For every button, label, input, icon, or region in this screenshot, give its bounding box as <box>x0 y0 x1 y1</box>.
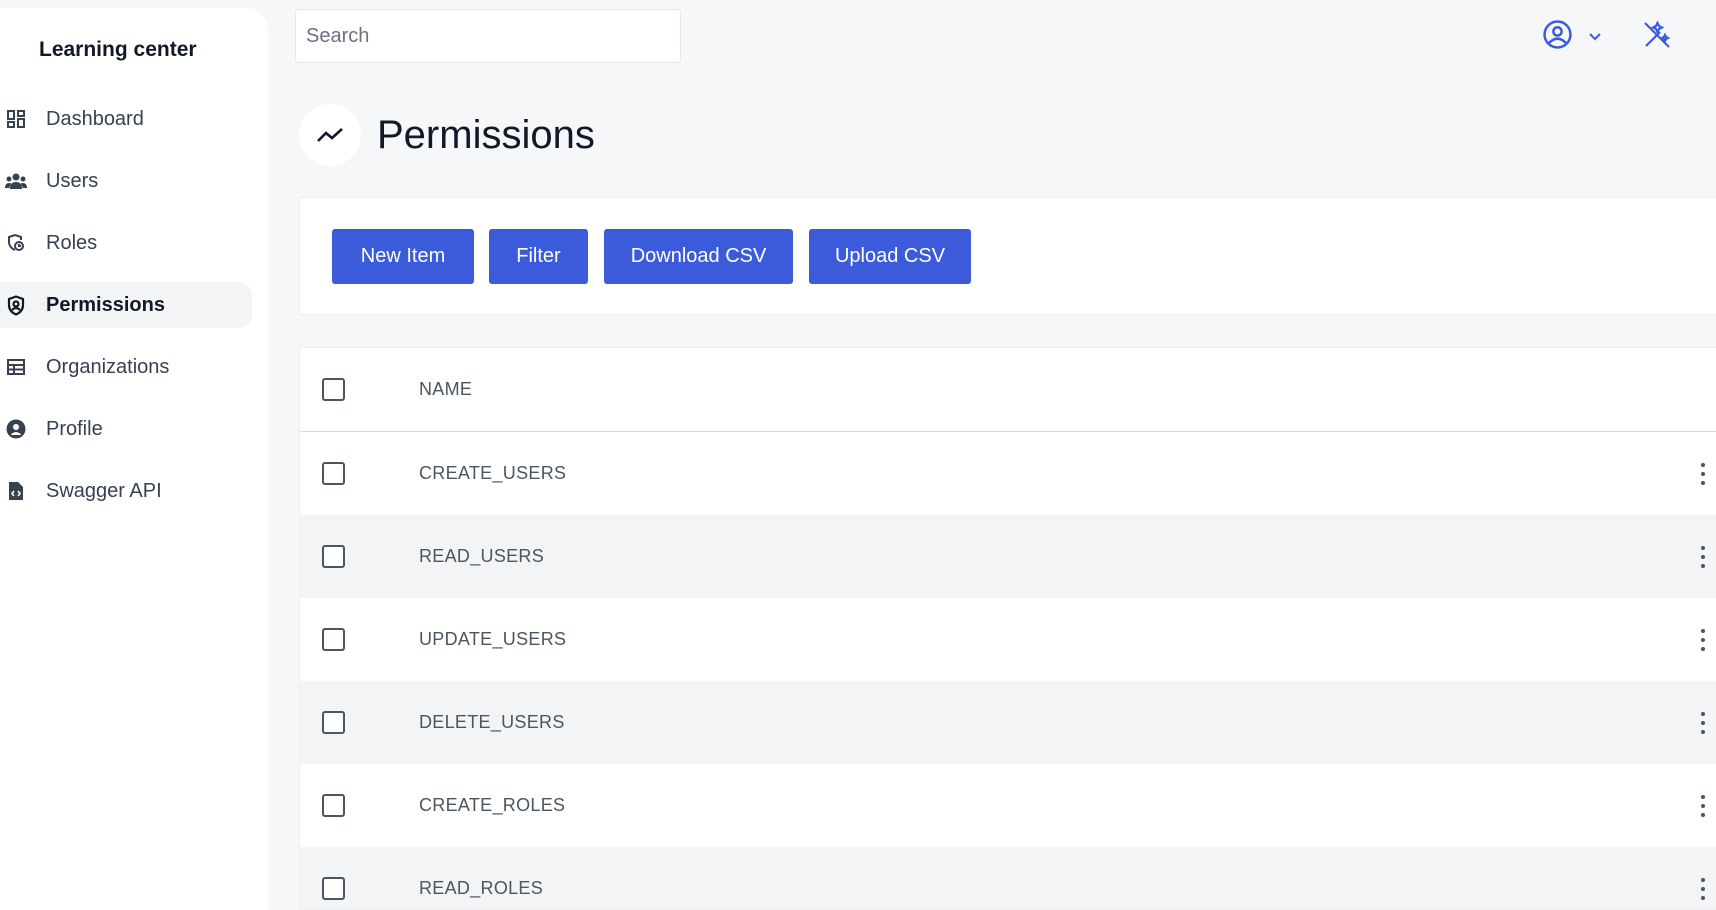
header-actions <box>1543 20 1671 54</box>
sidebar-item-label: Users <box>46 169 99 192</box>
table-row: CREATE_ROLES <box>300 764 1716 847</box>
sidebar-item-label: Dashboard <box>46 107 144 130</box>
select-all-checkbox[interactable] <box>322 378 345 401</box>
sidebar-item-label: Swagger API <box>46 479 162 502</box>
sidebar-item-organizations[interactable]: Organizations <box>0 344 252 390</box>
account-icon <box>1543 20 1572 54</box>
shield-icon <box>2 294 30 316</box>
page-header: Permissions <box>299 104 595 166</box>
permission-name: CREATE_USERS <box>419 463 567 483</box>
sidebar-item-label: Permissions <box>46 293 165 316</box>
permission-name: READ_ROLES <box>419 878 544 898</box>
row-checkbox[interactable] <box>322 462 345 485</box>
sidebar-item-dashboard[interactable]: Dashboard <box>0 96 252 142</box>
theme-toggle-icon <box>1643 20 1671 54</box>
table-row: DELETE_USERS <box>300 681 1716 764</box>
sidebar-item-label: Roles <box>46 231 98 254</box>
dashboard-icon <box>2 110 30 128</box>
trend-icon <box>299 104 361 166</box>
table-row: CREATE_USERS <box>300 432 1716 515</box>
new-item-button[interactable]: New Item <box>332 229 474 284</box>
account-menu-button[interactable] <box>1543 20 1601 54</box>
sidebar-item-roles[interactable]: Roles <box>0 220 252 266</box>
more-vertical-icon[interactable] <box>1697 545 1709 568</box>
row-checkbox[interactable] <box>322 628 345 651</box>
chevron-down-icon <box>1589 28 1601 46</box>
brand-title: Learning center <box>39 38 197 61</box>
file-code-icon <box>2 481 30 501</box>
table-row: UPDATE_USERS <box>300 598 1716 681</box>
more-vertical-icon[interactable] <box>1697 794 1709 817</box>
sidebar-item-profile[interactable]: Profile <box>0 406 252 452</box>
sidebar-item-swagger-api[interactable]: Swagger API <box>0 468 252 514</box>
table-icon <box>2 359 30 375</box>
permission-name: DELETE_USERS <box>419 712 565 732</box>
search-input[interactable] <box>295 9 681 63</box>
more-vertical-icon[interactable] <box>1697 462 1709 485</box>
table-header: NAME <box>300 348 1716 432</box>
download-csv-button[interactable]: Download CSV <box>604 229 793 284</box>
row-checkbox[interactable] <box>322 794 345 817</box>
sidebar-item-label: Organizations <box>46 355 170 378</box>
sidebar-nav: Dashboard Users Roles Permissions Organi… <box>0 96 268 530</box>
table-row: READ_USERS <box>300 515 1716 598</box>
sidebar-item-users[interactable]: Users <box>0 158 252 204</box>
upload-csv-button[interactable]: Upload CSV <box>809 229 971 284</box>
row-checkbox[interactable] <box>322 545 345 568</box>
sidebar-item-label: Profile <box>46 417 103 440</box>
user-circle-icon <box>2 419 30 439</box>
filter-button[interactable]: Filter <box>489 229 588 284</box>
column-header-name: NAME <box>419 379 473 399</box>
theme-toggle-button[interactable] <box>1643 20 1671 54</box>
users-icon <box>2 173 30 189</box>
sidebar: Learning center Dashboard Users Roles Pe… <box>0 8 268 910</box>
sidebar-item-permissions[interactable]: Permissions <box>0 282 252 328</box>
page-title: Permissions <box>377 112 595 157</box>
more-vertical-icon[interactable] <box>1697 711 1709 734</box>
permissions-table: NAME CREATE_USERS READ_USERS UPDATE_USER… <box>299 347 1716 910</box>
toolbar: New Item Filter Download CSV Upload CSV <box>299 197 1716 315</box>
more-vertical-icon[interactable] <box>1697 877 1709 900</box>
permission-name: UPDATE_USERS <box>419 629 567 649</box>
roles-icon <box>2 233 30 253</box>
more-vertical-icon[interactable] <box>1697 628 1709 651</box>
table-row: READ_ROLES <box>300 847 1716 909</box>
permission-name: CREATE_ROLES <box>419 795 566 815</box>
row-checkbox[interactable] <box>322 711 345 734</box>
row-checkbox[interactable] <box>322 877 345 900</box>
permission-name: READ_USERS <box>419 546 545 566</box>
